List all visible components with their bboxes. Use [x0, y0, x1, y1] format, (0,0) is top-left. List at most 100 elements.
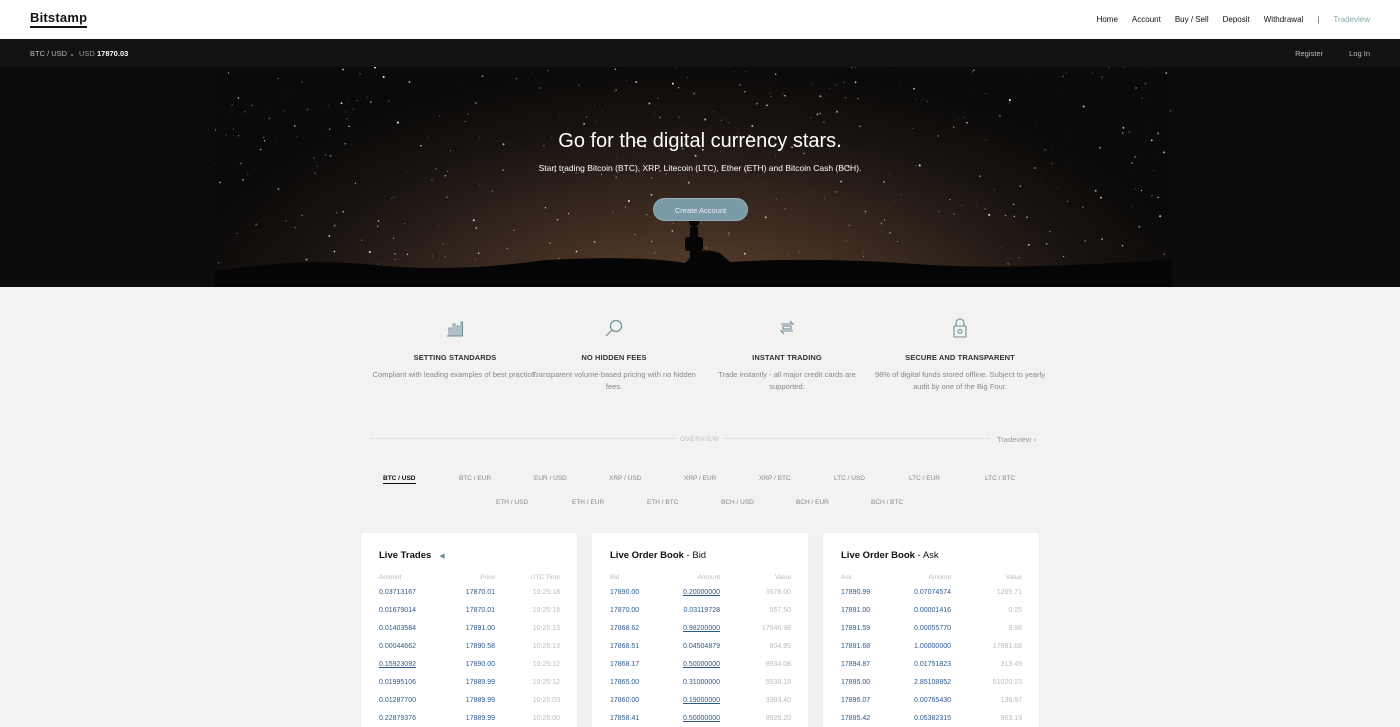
table-cell: 17891.00	[841, 607, 871, 614]
table-row[interactable]: 17891.59 0.00055770 9.98	[823, 625, 1039, 643]
pair-tabs-row-1: BTC / USD BTC / EUR EUR / USD XRP / USD …	[0, 475, 1400, 487]
table-cell: 17889.99	[465, 715, 495, 722]
nav-withdrawal-link[interactable]: Withdrawal	[1264, 15, 1304, 24]
tab-ltc-btc[interactable]: LTC / BTC	[985, 475, 1015, 482]
overview-divider-right	[725, 438, 990, 439]
hero-subtitle: Start trading Bitcoin (BTC), XRP, Liteco…	[538, 163, 862, 173]
table-row[interactable]: 17895.00 2.85108852 51020.23	[823, 679, 1039, 697]
table-cell: 17891.59	[841, 625, 871, 632]
tab-ltc-eur[interactable]: LTC / EUR	[909, 475, 940, 482]
table-cell: 8929.20	[765, 715, 791, 722]
nav-separator: |	[1317, 15, 1320, 24]
table-cell: 0.00044662	[379, 643, 416, 650]
create-account-button[interactable]: Create Account	[653, 198, 748, 221]
table-row[interactable]: 17870.00 0.03119728 557.50	[592, 607, 808, 625]
table-cell: 1265.71	[996, 589, 1022, 596]
table-cell: 17891.68	[992, 643, 1022, 650]
tab-eth-usd[interactable]: ETH / USD	[496, 499, 528, 506]
table-cell: 0.15923092	[379, 661, 416, 668]
table-row[interactable]: 17868.17 0.50000000 8934.08	[592, 661, 808, 679]
tradeview-link[interactable]: Tradeview ›	[997, 435, 1036, 444]
panel-title-bold: Live Order Book	[841, 550, 915, 561]
table-cell: 10:25:12	[532, 661, 560, 668]
table-row[interactable]: 17858.41 0.50000000 8929.20	[592, 715, 808, 727]
nav-home-link[interactable]: Home	[1097, 15, 1118, 24]
feature-title: SETTING STANDARDS	[413, 353, 497, 362]
table-cell: 17868.17	[610, 661, 640, 668]
col-header-price: Price	[480, 574, 495, 581]
tab-bch-btc[interactable]: BCH / BTC	[871, 499, 903, 506]
table-cell: 0.05382315	[914, 715, 951, 722]
table-row[interactable]: 17895.07 0.00765430 136.97	[823, 697, 1039, 715]
ticker-price: 17870.03	[97, 49, 129, 58]
bid-order-book-panel: Live Order Book - Bid Bid Amount Value 1…	[592, 533, 808, 727]
table-cell: 10:25:13	[532, 625, 560, 632]
table-cell: 17895.00	[841, 679, 871, 686]
nav-buy-sell-link[interactable]: Buy / Sell	[1175, 15, 1209, 24]
tab-bch-usd[interactable]: BCH / USD	[721, 499, 754, 506]
table-cell: 0.31000000	[683, 679, 720, 686]
table-cell: 0.07074574	[914, 589, 951, 596]
feature-secure-transparent: SECURE AND TRANSPARENT 98% of digital fu…	[875, 318, 1045, 392]
tab-xrp-eur[interactable]: XRP / EUR	[684, 475, 716, 482]
table-row[interactable]: 0.01995106 17889.99 10:25:12	[361, 679, 577, 697]
tab-xrp-usd[interactable]: XRP / USD	[609, 475, 641, 482]
tab-btc-usd[interactable]: BTC / USD	[383, 475, 416, 484]
nav-tradeview-link[interactable]: Tradeview	[1333, 15, 1370, 24]
table-row[interactable]: 0.01287700 17889.99 10:25:03	[361, 697, 577, 715]
table-row[interactable]: 0.03713167 17870.01 10:25:18	[361, 589, 577, 607]
tab-btc-eur[interactable]: BTC / EUR	[459, 475, 491, 482]
table-row[interactable]: 17868.62 0.98200000 17546.98	[592, 625, 808, 643]
register-link[interactable]: Register	[1295, 49, 1323, 58]
table-row[interactable]: 0.00044662 17890.58 10:25:13	[361, 643, 577, 661]
table-cell: 0.01751823	[914, 661, 951, 668]
tab-bch-eur[interactable]: BCH / EUR	[796, 499, 829, 506]
table-cell: 1.00000000	[914, 643, 951, 650]
table-row[interactable]: 17865.00 0.31000000 5538.15	[592, 679, 808, 697]
tab-ltc-usd[interactable]: LTC / USD	[834, 475, 865, 482]
table-cell: 0.01287700	[379, 697, 416, 704]
nav-account-link[interactable]: Account	[1132, 15, 1161, 24]
table-cell: 2.85108852	[914, 679, 951, 686]
table-cell: 10:25:18	[532, 607, 560, 614]
tab-eth-btc[interactable]: ETH / BTC	[647, 499, 678, 506]
tab-eur-usd[interactable]: EUR / USD	[534, 475, 567, 482]
table-cell: 136.97	[1000, 697, 1022, 704]
table-cell: 8934.08	[765, 661, 791, 668]
login-link[interactable]: Log In	[1349, 49, 1370, 58]
feature-instant-trading: INSTANT TRADING Trade instantly - all ma…	[702, 318, 872, 392]
hero-right-margin	[1172, 67, 1400, 287]
table-row[interactable]: 0.01679014 17870.01 10:25:18	[361, 607, 577, 625]
table-row[interactable]: 17894.87 0.01751823 313.49	[823, 661, 1039, 679]
table-row[interactable]: 17891.00 0.00001416 0.25	[823, 607, 1039, 625]
table-row[interactable]: 17890.00 0.20000000 3578.00	[592, 589, 808, 607]
col-header-amount: Amount	[379, 574, 402, 581]
table-cell: 10:25:13	[532, 643, 560, 650]
table-row[interactable]: 0.01403584 17891.00 10:25:13	[361, 625, 577, 643]
hero-left-margin	[0, 67, 215, 287]
col-header-value: Value	[1005, 574, 1022, 581]
table-cell: 3578.00	[765, 589, 791, 596]
table-cell: 963.19	[1000, 715, 1022, 722]
table-row[interactable]: 0.22879376 17889.99 10:25:00	[361, 715, 577, 727]
ticker-currency: USD	[79, 49, 95, 58]
pair-selector[interactable]: BTC / USD ⌄	[30, 49, 75, 58]
overview-divider-left	[370, 438, 675, 439]
table-row[interactable]: 17860.00 0.19000000 3393.40	[592, 697, 808, 715]
table-row[interactable]: 0.15923092 17890.00 10:25:12	[361, 661, 577, 679]
nav-deposit-link[interactable]: Deposit	[1223, 15, 1250, 24]
table-row[interactable]: 17890.99 0.07074574 1265.71	[823, 589, 1039, 607]
table-cell: 0.20000000	[683, 589, 720, 596]
table-cell: 17860.00	[610, 697, 640, 704]
play-icon[interactable]: ◀	[439, 552, 444, 560]
tab-xrp-btc[interactable]: XRP / BTC	[759, 475, 791, 482]
table-row[interactable]: 17895.42 0.05382315 963.19	[823, 715, 1039, 727]
pair-selector-label: BTC / USD	[30, 49, 68, 58]
table-row[interactable]: 17868.51 0.04504879 804.95	[592, 643, 808, 661]
table-cell: 10:25:18	[532, 589, 560, 596]
bitstamp-logo[interactable]: Bitstamp	[30, 11, 88, 28]
table-cell: 0.00765430	[914, 697, 951, 704]
table-cell: 17889.99	[465, 679, 495, 686]
table-row[interactable]: 17891.68 1.00000000 17891.68	[823, 643, 1039, 661]
tab-eth-eur[interactable]: ETH / EUR	[572, 499, 604, 506]
